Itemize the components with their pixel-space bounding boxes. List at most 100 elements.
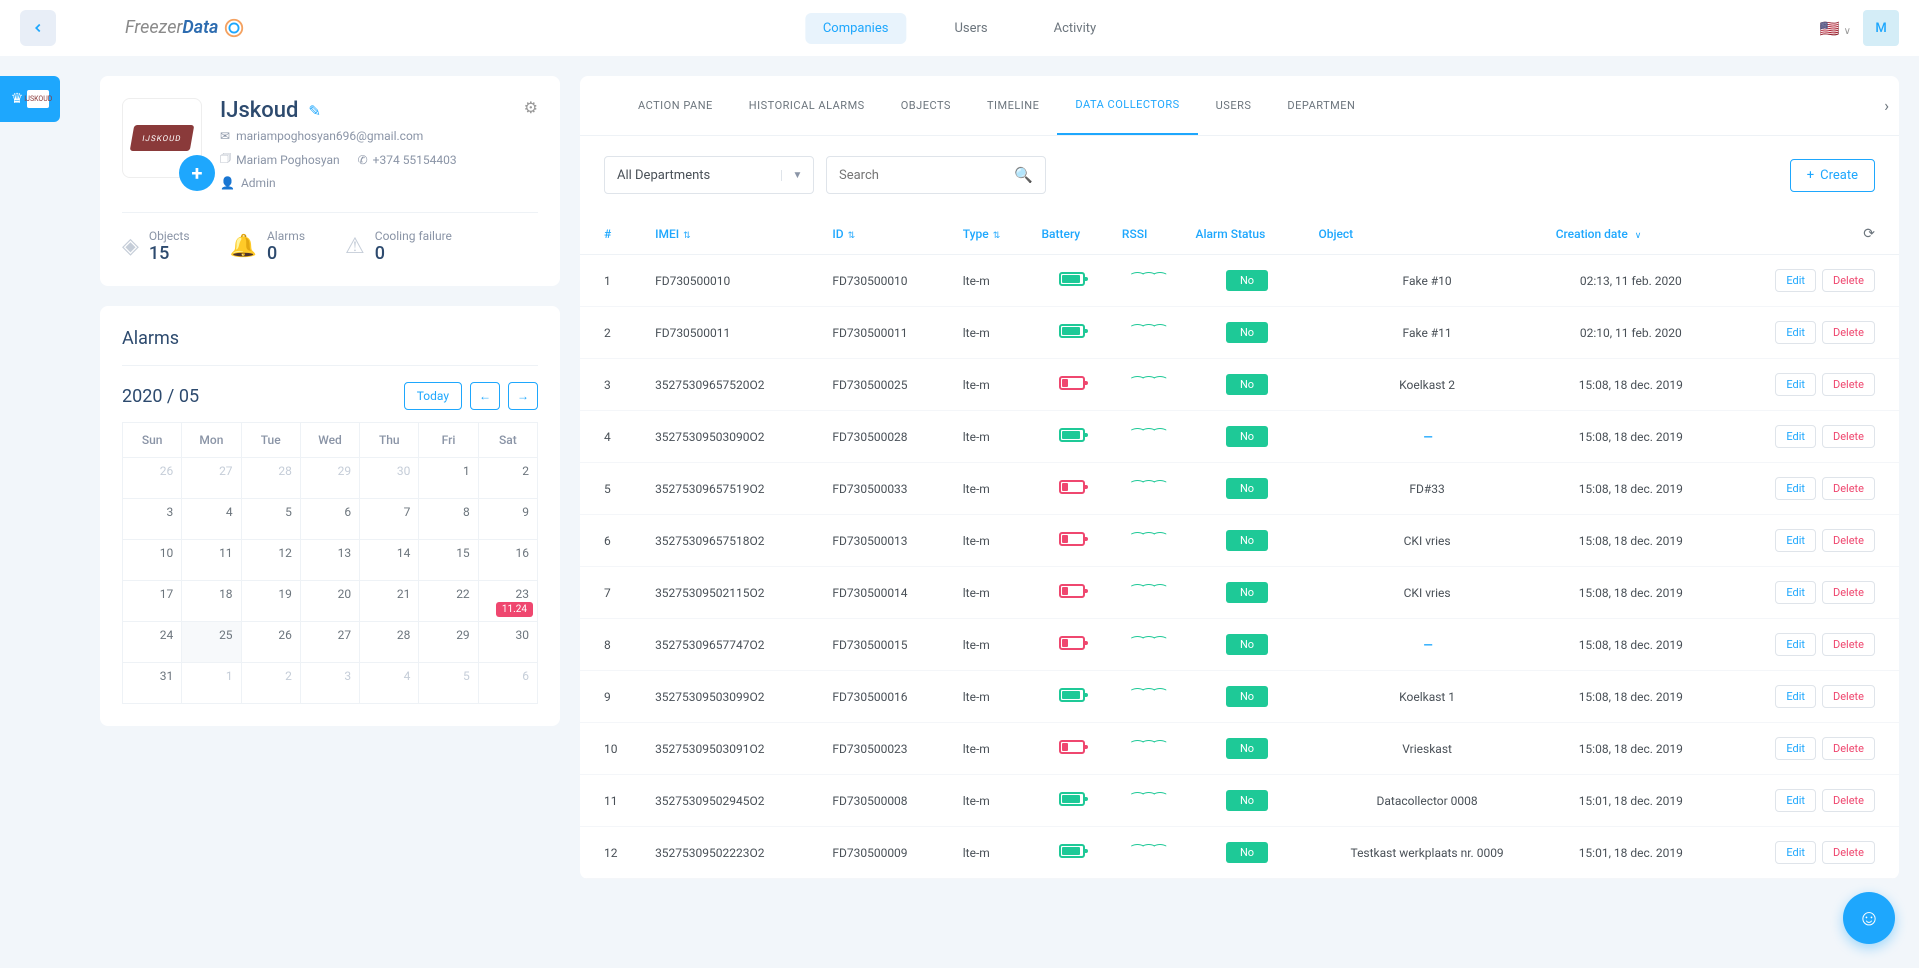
add-button[interactable]: + [179, 155, 215, 191]
calendar-day[interactable]: 13 [301, 540, 359, 580]
search-box[interactable]: 🔍 [826, 156, 1046, 194]
calendar-day[interactable]: 1 [182, 663, 240, 703]
calendar-day[interactable]: 2 [242, 663, 300, 703]
tab-timeline[interactable]: TIMELINE [969, 77, 1057, 134]
tab-departments[interactable]: DEPARTMEN [1269, 77, 1373, 134]
calendar-day[interactable]: 12 [242, 540, 300, 580]
delete-button[interactable]: Delete [1822, 269, 1875, 292]
tab-historical-alarms[interactable]: HISTORICAL ALARMS [731, 77, 883, 134]
calendar-day[interactable]: 4 [360, 663, 418, 703]
edit-button[interactable]: Edit [1775, 321, 1816, 344]
language-selector[interactable]: 🇺🇸 ∨ [1820, 19, 1851, 38]
tab-data-collectors[interactable]: DATA COLLECTORS [1057, 76, 1197, 135]
back-button[interactable] [20, 10, 56, 46]
calendar-day[interactable]: 8 [419, 499, 477, 539]
calendar-day[interactable]: 11 [182, 540, 240, 580]
delete-button[interactable]: Delete [1822, 789, 1875, 812]
calendar-day[interactable]: 16 [479, 540, 537, 580]
calendar-day[interactable]: 6 [479, 663, 537, 703]
delete-button[interactable]: Delete [1822, 529, 1875, 552]
edit-button[interactable]: Edit [1775, 685, 1816, 708]
calendar-day[interactable]: 1 [419, 458, 477, 498]
calendar-day[interactable]: 29 [301, 458, 359, 498]
tabs-scroll-right[interactable]: › [1884, 96, 1889, 115]
calendar-day[interactable]: 21 [360, 581, 418, 621]
create-button[interactable]: +Create [1790, 159, 1875, 192]
col-rssi[interactable]: RSSI [1112, 214, 1186, 255]
calendar-day[interactable]: 6 [301, 499, 359, 539]
edit-button[interactable]: Edit [1775, 425, 1816, 448]
edit-button[interactable]: Edit [1775, 633, 1816, 656]
calendar-day[interactable]: 31 [123, 663, 181, 703]
calendar-day[interactable]: 10 [123, 540, 181, 580]
edit-button[interactable]: Edit [1775, 529, 1816, 552]
sidebar-company-chip[interactable]: ♛ IJSKOUD [0, 76, 60, 122]
calendar-day[interactable]: 24 [123, 622, 181, 662]
edit-button[interactable]: Edit [1775, 477, 1816, 500]
edit-button[interactable]: Edit [1775, 269, 1816, 292]
calendar-day[interactable]: 18 [182, 581, 240, 621]
col-created[interactable]: Creation date ∨ [1546, 214, 1716, 255]
search-input[interactable] [839, 168, 1014, 183]
calendar-day[interactable]: 5 [419, 663, 477, 703]
today-button[interactable]: Today [404, 382, 462, 410]
edit-button[interactable]: Edit [1775, 373, 1816, 396]
calendar-day[interactable]: 14 [360, 540, 418, 580]
calendar-day[interactable]: 28 [242, 458, 300, 498]
tab-action-pane[interactable]: ACTION PANE [620, 77, 731, 134]
delete-button[interactable]: Delete [1822, 321, 1875, 344]
prev-month-button[interactable]: ← [470, 382, 500, 410]
next-month-button[interactable]: → [508, 382, 538, 410]
delete-button[interactable]: Delete [1822, 373, 1875, 396]
calendar-day[interactable]: 30 [360, 458, 418, 498]
col-num[interactable]: # [580, 214, 645, 255]
delete-button[interactable]: Delete [1822, 737, 1875, 760]
department-select[interactable]: All Departments ▼ [604, 156, 814, 194]
edit-button[interactable]: Edit [1775, 581, 1816, 604]
calendar-day[interactable]: 30 [479, 622, 537, 662]
chat-fab[interactable]: ☺ [1843, 892, 1895, 944]
calendar-day[interactable]: 4 [182, 499, 240, 539]
calendar-day[interactable]: 26 [242, 622, 300, 662]
col-battery[interactable]: Battery [1031, 214, 1111, 255]
col-id[interactable]: ID⇅ [822, 214, 952, 255]
edit-icon[interactable]: ✎ [308, 102, 321, 120]
tab-users[interactable]: USERS [1198, 77, 1270, 134]
calendar-day[interactable]: 26 [123, 458, 181, 498]
calendar-day[interactable]: 20 [301, 581, 359, 621]
nav-companies[interactable]: Companies [805, 13, 907, 44]
calendar-day[interactable]: 7 [360, 499, 418, 539]
calendar-day[interactable]: 9 [479, 499, 537, 539]
user-avatar[interactable]: M [1863, 10, 1899, 46]
calendar-day[interactable]: 17 [123, 581, 181, 621]
delete-button[interactable]: Delete [1822, 841, 1875, 864]
refresh-icon[interactable]: ⟳ [1863, 226, 1875, 242]
col-type[interactable]: Type⇅ [953, 214, 1032, 255]
calendar-day[interactable]: 25 [182, 622, 240, 662]
tab-objects[interactable]: OBJECTS [883, 77, 969, 134]
col-object[interactable]: Object [1308, 214, 1545, 255]
nav-activity[interactable]: Activity [1036, 13, 1115, 44]
delete-button[interactable]: Delete [1822, 633, 1875, 656]
calendar-day[interactable]: 29 [419, 622, 477, 662]
col-imei[interactable]: IMEI⇅ [645, 214, 822, 255]
calendar-day[interactable]: 28 [360, 622, 418, 662]
delete-button[interactable]: Delete [1822, 685, 1875, 708]
calendar-day[interactable]: 15 [419, 540, 477, 580]
delete-button[interactable]: Delete [1822, 425, 1875, 448]
calendar-day[interactable]: 27 [301, 622, 359, 662]
col-alarm[interactable]: Alarm Status [1186, 214, 1309, 255]
edit-button[interactable]: Edit [1775, 841, 1816, 864]
calendar-day[interactable]: 5 [242, 499, 300, 539]
calendar-day[interactable]: 2 [479, 458, 537, 498]
calendar-day[interactable]: 19 [242, 581, 300, 621]
calendar-day[interactable]: 27 [182, 458, 240, 498]
edit-button[interactable]: Edit [1775, 789, 1816, 812]
calendar-day[interactable]: 22 [419, 581, 477, 621]
calendar-day[interactable]: 2311.24 [479, 581, 537, 621]
gear-icon[interactable]: ⚙ [524, 98, 538, 117]
delete-button[interactable]: Delete [1822, 581, 1875, 604]
calendar-day[interactable]: 3 [123, 499, 181, 539]
edit-button[interactable]: Edit [1775, 737, 1816, 760]
delete-button[interactable]: Delete [1822, 477, 1875, 500]
